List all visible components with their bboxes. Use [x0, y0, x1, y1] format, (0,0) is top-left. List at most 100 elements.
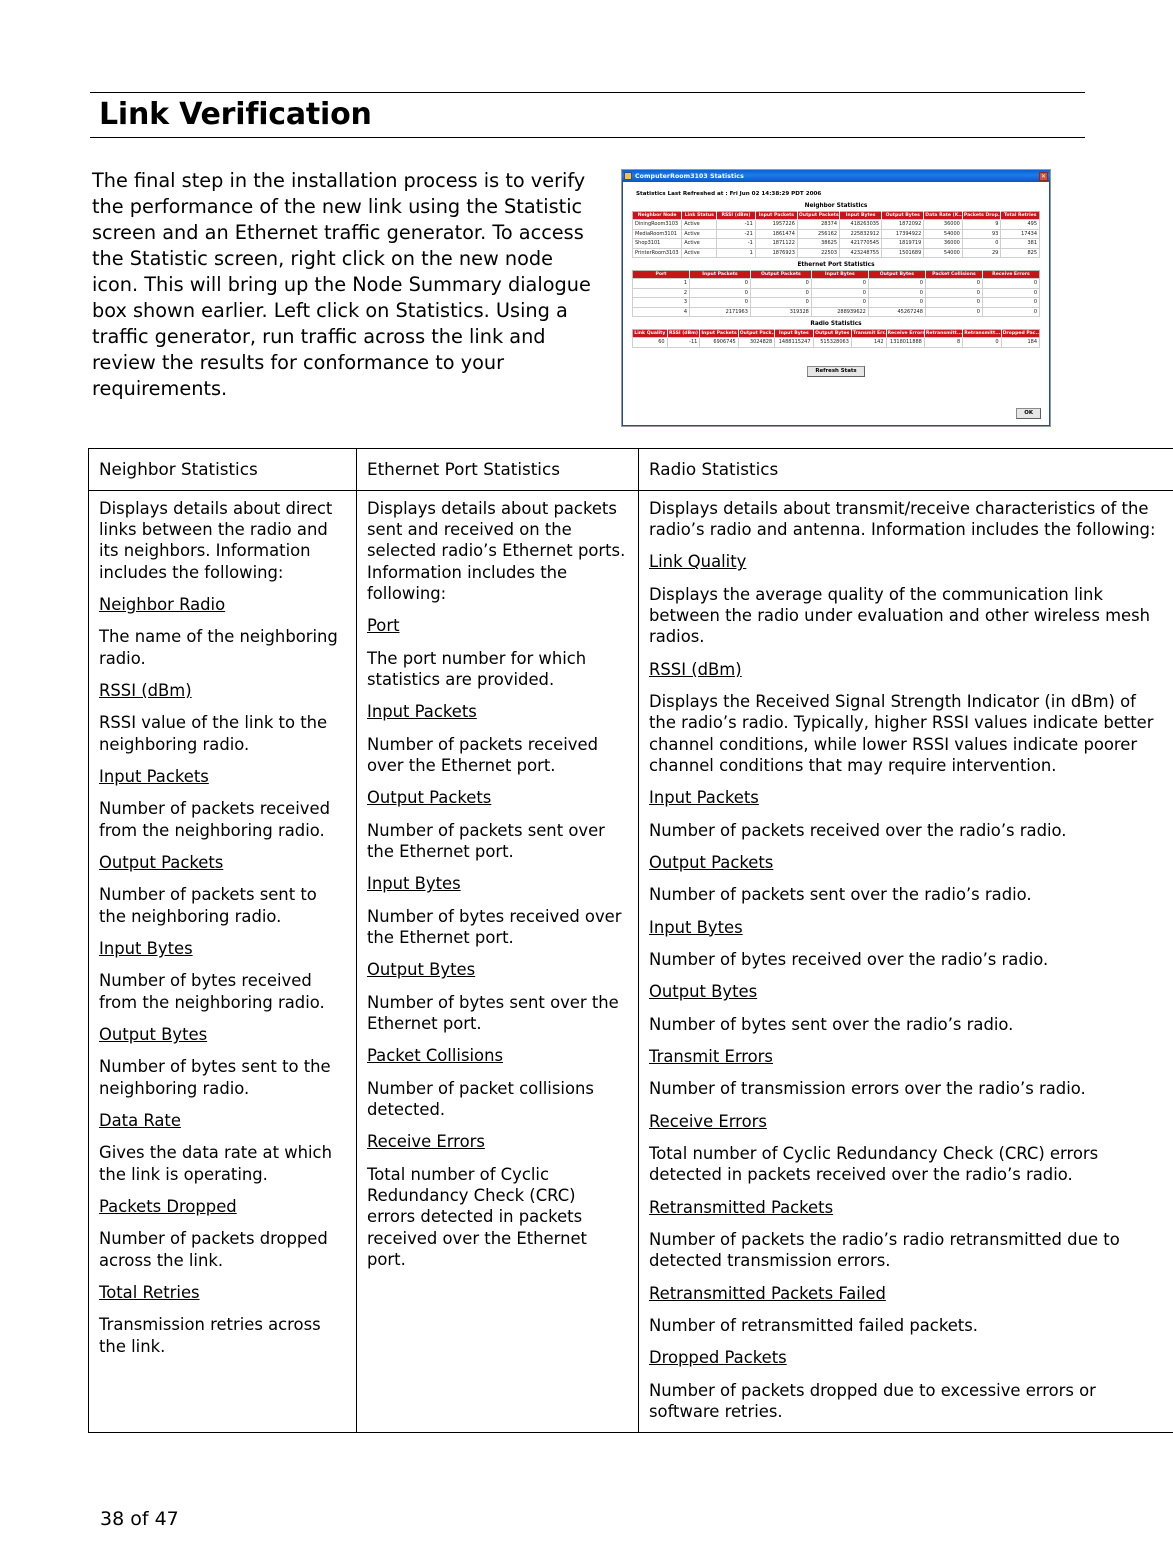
definition-description: Total number of Cyclic Redundancy Check …: [367, 1164, 587, 1270]
table-cell: 0: [689, 278, 751, 289]
table-cell: 54000: [923, 247, 963, 258]
definitions-body-row: Displays details about direct links betw…: [88, 489, 1173, 1434]
definition-term: Port: [367, 616, 400, 636]
table-cell: 421770545: [839, 238, 883, 249]
table-cell: 8: [923, 337, 964, 348]
table-header-row: Neighbor Node Link Status RSSI (dBm) Input …: [632, 211, 1040, 220]
definition-description: Number of bytes sent over the Ethernet p…: [367, 992, 619, 1034]
table-cell: 0: [810, 287, 869, 298]
table-cell: 0: [924, 287, 983, 298]
column-header: Data Rate (K...: [923, 211, 963, 220]
table-cell: 1488115247: [774, 337, 814, 348]
table-cell: 1: [716, 247, 756, 258]
definition-description: Number of packets the radio’s radio retr…: [649, 1230, 1120, 1271]
refresh-stats-button[interactable]: Refresh Stats: [807, 365, 865, 377]
definition-term: Output Packets: [649, 853, 774, 873]
definition-term: Receive Errors: [367, 1132, 485, 1152]
section-intro: Displays details about direct links betw…: [99, 498, 333, 582]
close-icon[interactable]: ✕: [1039, 171, 1048, 181]
definition-term: Dropped Packets: [649, 1348, 787, 1368]
section-intro: Displays details about packets sent and …: [367, 498, 626, 604]
definition-description: RSSI value of the link to the neighborin…: [99, 713, 328, 754]
definition-description: The name of the neighboring radio.: [99, 627, 338, 668]
table-cell: 2: [631, 287, 691, 298]
dialog-title: ComputerRoom3103 Statistics: [635, 172, 744, 180]
table-cell: 36000: [923, 219, 963, 230]
table-cell: 0: [749, 287, 812, 298]
table-cell: 0: [689, 297, 751, 308]
definition-description: Number of packets received over the Ethe…: [367, 734, 598, 776]
ethernet-definitions-cell: Displays details about packets sent and …: [356, 489, 639, 1434]
neighbor-stats-table: Neighbor Node Link Status RSSI (dBm) Input …: [631, 211, 1040, 258]
column-header-radio: Radio Statistics: [638, 448, 1173, 491]
table-row: 4 2171963 319328 288939622 45267248 0 0: [631, 306, 1041, 317]
column-header: Input Packets: [699, 329, 739, 338]
table-cell: 60: [632, 337, 668, 348]
table-cell: 22503: [796, 247, 841, 258]
definition-term: Output Bytes: [99, 1025, 208, 1045]
table-cell: 28374: [796, 219, 841, 230]
definition-term: Input Packets: [649, 788, 759, 808]
column-header: Output Bytes: [813, 329, 852, 338]
table-cell: 0: [867, 297, 926, 308]
table-cell: 184: [1000, 337, 1041, 348]
document-page: Link Verification The final step in the …: [0, 0, 1173, 1548]
table-cell: 0: [867, 287, 926, 298]
column-header: Output Packets: [797, 211, 841, 220]
neighbor-stats-title: Neighbor Statistics: [804, 203, 868, 209]
table-row: 2000000: [631, 287, 1041, 298]
column-header: RSSI (dBm): [667, 329, 701, 338]
definition-term: Retransmitted Packets: [649, 1197, 834, 1217]
table-cell: 515328063: [812, 337, 852, 348]
ethernet-stats-title: Ethernet Port Statistics: [797, 262, 875, 268]
column-header: Link Quality: [632, 329, 668, 338]
table-cell: 418263035: [839, 219, 883, 230]
definition-term: Neighbor Radio: [99, 595, 226, 615]
column-header: Input Bytes: [811, 270, 869, 279]
column-header: Receive Errors: [886, 329, 925, 338]
definition-term: Output Bytes: [367, 960, 476, 980]
column-header: Output Bytes: [881, 211, 925, 220]
definition-term: Retransmitted Packets Failed: [649, 1283, 886, 1303]
table-cell: 225832912: [839, 228, 883, 239]
table-cell: 0: [924, 297, 983, 308]
table-cell: 0: [749, 278, 812, 289]
table-cell: 0: [961, 238, 1002, 249]
table-cell: 9: [961, 219, 1002, 230]
table-cell: 825: [1000, 247, 1040, 258]
table-cell: 0: [981, 306, 1041, 317]
column-header: Input Packets: [755, 211, 798, 220]
definition-description: Number of packets sent to the neighborin…: [99, 885, 317, 926]
table-cell: 495: [1000, 219, 1040, 230]
table-cell: Active: [681, 228, 718, 239]
column-header: Output Bytes: [868, 270, 926, 279]
dialog-title-bar: ComputerRoom3103 Statistics ✕: [622, 170, 1050, 182]
heading-rule-bottom: [90, 136, 1085, 138]
table-cell: 0: [749, 297, 812, 308]
definition-term: Total Retries: [99, 1283, 200, 1303]
column-header: Retransmitt...: [962, 329, 1002, 338]
table-cell: 2171963: [689, 306, 751, 317]
definition-description: Number of bytes sent to the neighboring …: [99, 1057, 331, 1098]
table-cell: Active: [681, 238, 718, 249]
definition-description: Number of bytes received from the neighb…: [99, 971, 325, 1012]
table-row: DiningRoom3103 Active -11 1957226 28374 41826…: [631, 219, 1040, 230]
table-cell: 0: [981, 287, 1041, 298]
definition-description: Number of bytes received over the Ethern…: [367, 906, 622, 948]
ok-button[interactable]: OK: [1016, 407, 1041, 419]
column-header: Retransmitt...: [924, 329, 964, 338]
definition-term: RSSI (dBm): [99, 681, 192, 701]
table-row: MediaRoom3101 Active -21 1861474 256162 22583…: [631, 228, 1040, 239]
table-cell: 0: [981, 297, 1041, 308]
section-intro: Displays details about transmit/receive …: [649, 498, 1156, 540]
column-header-neighbor: Neighbor Statistics: [88, 448, 357, 491]
table-row: 1000000: [631, 278, 1041, 289]
page-footer: 38 of 47: [100, 1508, 179, 1530]
table-cell: 1501689: [881, 247, 925, 258]
definition-term: Input Bytes: [367, 874, 461, 894]
table-cell: 45267248: [867, 306, 926, 317]
definition-description: Number of packets dropped due to excessi…: [649, 1380, 1096, 1421]
table-cell: DiningRoom3103: [631, 219, 683, 230]
definition-description: The port number for which statistics are…: [367, 648, 587, 690]
statistics-dialog-screenshot: ComputerRoom3103 Statistics ✕ Statistics…: [621, 169, 1051, 427]
